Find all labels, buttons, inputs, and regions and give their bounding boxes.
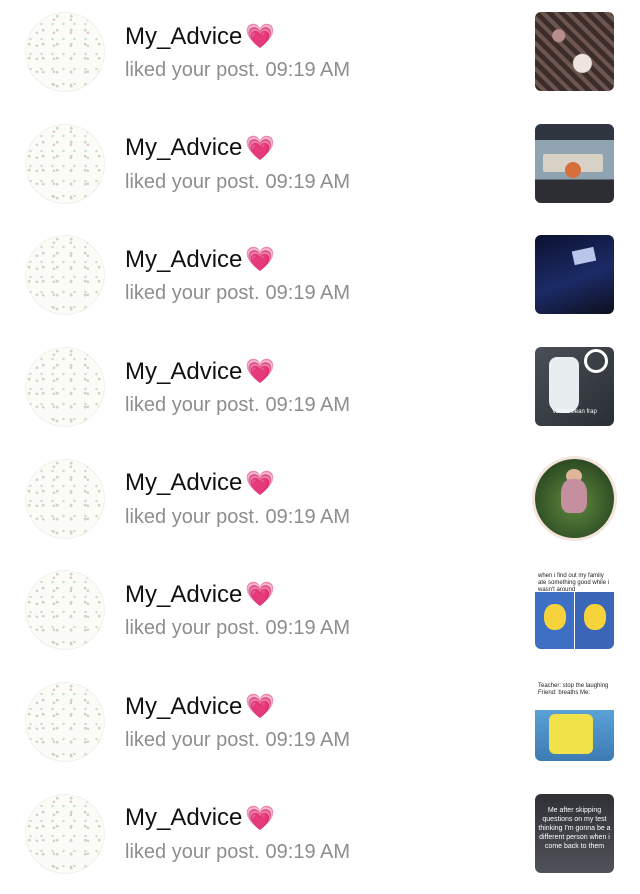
timestamp: 09:19 AM xyxy=(265,505,351,528)
username[interactable]: My_Advice xyxy=(125,23,242,51)
action-text: liked your post. xyxy=(125,394,260,417)
action-text: liked your post. xyxy=(125,505,260,528)
notification-row[interactable]: My_Advice 💗 liked your post. 09:19 AM xyxy=(0,447,640,559)
thumbnail-caption: when i find out my family ate something … xyxy=(538,573,610,594)
username[interactable]: My_Advice xyxy=(125,134,242,162)
story-thumbnail[interactable] xyxy=(535,458,614,538)
avatar[interactable] xyxy=(25,12,105,92)
notification-text: liked your post. 09:19 AM xyxy=(125,617,350,640)
username[interactable]: My_Advice xyxy=(125,693,242,721)
avatar[interactable] xyxy=(25,347,105,428)
activity-list: My_Advice 💗 liked your post. 09:19 AM My_A… xyxy=(0,0,640,894)
thumbnail-caption: Vanilla bean frap xyxy=(552,409,597,416)
post-thumbnail[interactable] xyxy=(535,12,614,91)
timestamp: 09:19 AM xyxy=(265,170,351,193)
notification-text: liked your post. 09:19 AM xyxy=(125,171,350,194)
post-thumbnail[interactable]: Teacher: stop the laughing Friend: breat… xyxy=(535,682,614,762)
thumbnail-face xyxy=(544,604,566,631)
thumbnail-figure xyxy=(561,478,587,513)
avatar[interactable] xyxy=(25,682,105,763)
avatar[interactable] xyxy=(25,793,105,874)
avatar[interactable] xyxy=(25,235,105,316)
action-text: liked your post. xyxy=(125,729,260,752)
thumbnail-screen xyxy=(571,247,597,266)
username-line: My_Advice 💗 xyxy=(125,692,275,721)
heart-icon: 💗 xyxy=(245,804,276,832)
username[interactable]: My_Advice xyxy=(125,804,242,832)
username-line: My_Advice 💗 xyxy=(125,22,275,51)
post-thumbnail[interactable]: Vanilla bean frap xyxy=(535,347,614,427)
thumbnail-object xyxy=(565,161,581,178)
timestamp: 09:19 AM xyxy=(265,840,351,863)
notification-text: liked your post. 09:19 AM xyxy=(125,282,350,305)
thumbnail-caption: Teacher: stop the laughing Friend: breat… xyxy=(538,683,609,697)
post-thumbnail[interactable] xyxy=(535,235,614,315)
username[interactable]: My_Advice xyxy=(125,246,242,274)
post-thumbnail[interactable]: when i find out my family ate something … xyxy=(535,570,614,650)
heart-icon: 💗 xyxy=(245,358,276,386)
username-line: My_Advice 💗 xyxy=(125,245,275,274)
notification-text: liked your post. 09:19 AM xyxy=(125,729,350,752)
timestamp: 09:19 AM xyxy=(265,729,351,752)
action-text: liked your post. xyxy=(125,59,260,81)
thumbnail-cup xyxy=(549,357,579,414)
post-thumbnail[interactable] xyxy=(535,123,614,203)
username[interactable]: My_Advice xyxy=(125,581,242,609)
notification-text: liked your post. 09:19 AM xyxy=(125,506,350,529)
timestamp: 09:19 AM xyxy=(265,617,351,640)
timestamp: 09:19 AM xyxy=(265,59,351,81)
notification-row[interactable]: My_Advice 💗 liked your post. 09:19 AM Me a… xyxy=(0,782,640,894)
swirl-icon xyxy=(584,349,608,374)
post-thumbnail[interactable]: Me after skipping questions on my test t… xyxy=(535,793,614,873)
notification-text: liked your post. 09:19 AM xyxy=(125,841,350,864)
username-line: My_Advice 💗 xyxy=(125,357,275,386)
notification-row[interactable]: My_Advice 💗 liked your post. 09:19 AM Vani… xyxy=(0,335,640,447)
action-text: liked your post. xyxy=(125,282,260,305)
notification-row[interactable]: My_Advice 💗 liked your post. 09:19 AM Teac… xyxy=(0,670,640,782)
notification-row[interactable]: My_Advice 💗 liked your post. 09:19 AM xyxy=(0,0,640,112)
timestamp: 09:19 AM xyxy=(265,394,351,417)
action-text: liked your post. xyxy=(125,840,260,863)
username-line: My_Advice 💗 xyxy=(125,804,275,833)
username[interactable]: My_Advice xyxy=(125,469,242,497)
notification-text: liked your post. 09:19 AM xyxy=(125,59,350,82)
avatar[interactable] xyxy=(25,123,105,204)
avatar[interactable] xyxy=(25,458,105,539)
username-line: My_Advice 💗 xyxy=(125,469,275,498)
heart-icon: 💗 xyxy=(245,246,276,274)
notification-row[interactable]: My_Advice 💗 liked your post. 09:19 AM when… xyxy=(0,558,640,670)
heart-icon: 💗 xyxy=(245,23,276,50)
avatar[interactable] xyxy=(25,570,105,651)
username-line: My_Advice 💗 xyxy=(125,134,275,163)
timestamp: 09:19 AM xyxy=(265,282,351,305)
heart-icon: 💗 xyxy=(245,134,276,162)
heart-icon: 💗 xyxy=(245,693,276,721)
thumbnail-character xyxy=(549,714,593,755)
heart-icon: 💗 xyxy=(245,469,276,497)
action-text: liked your post. xyxy=(125,170,260,193)
notification-row[interactable]: My_Advice 💗 liked your post. 09:19 AM xyxy=(0,112,640,224)
thumbnail-caption: Me after skipping questions on my test t… xyxy=(538,806,611,850)
heart-icon: 💗 xyxy=(245,581,276,609)
action-text: liked your post. xyxy=(125,617,260,640)
notification-row[interactable]: My_Advice 💗 liked your post. 09:19 AM xyxy=(0,223,640,335)
notification-text: liked your post. 09:19 AM xyxy=(125,394,350,417)
username-line: My_Advice 💗 xyxy=(125,580,275,609)
thumbnail-face xyxy=(584,604,606,631)
username[interactable]: My_Advice xyxy=(125,358,242,386)
